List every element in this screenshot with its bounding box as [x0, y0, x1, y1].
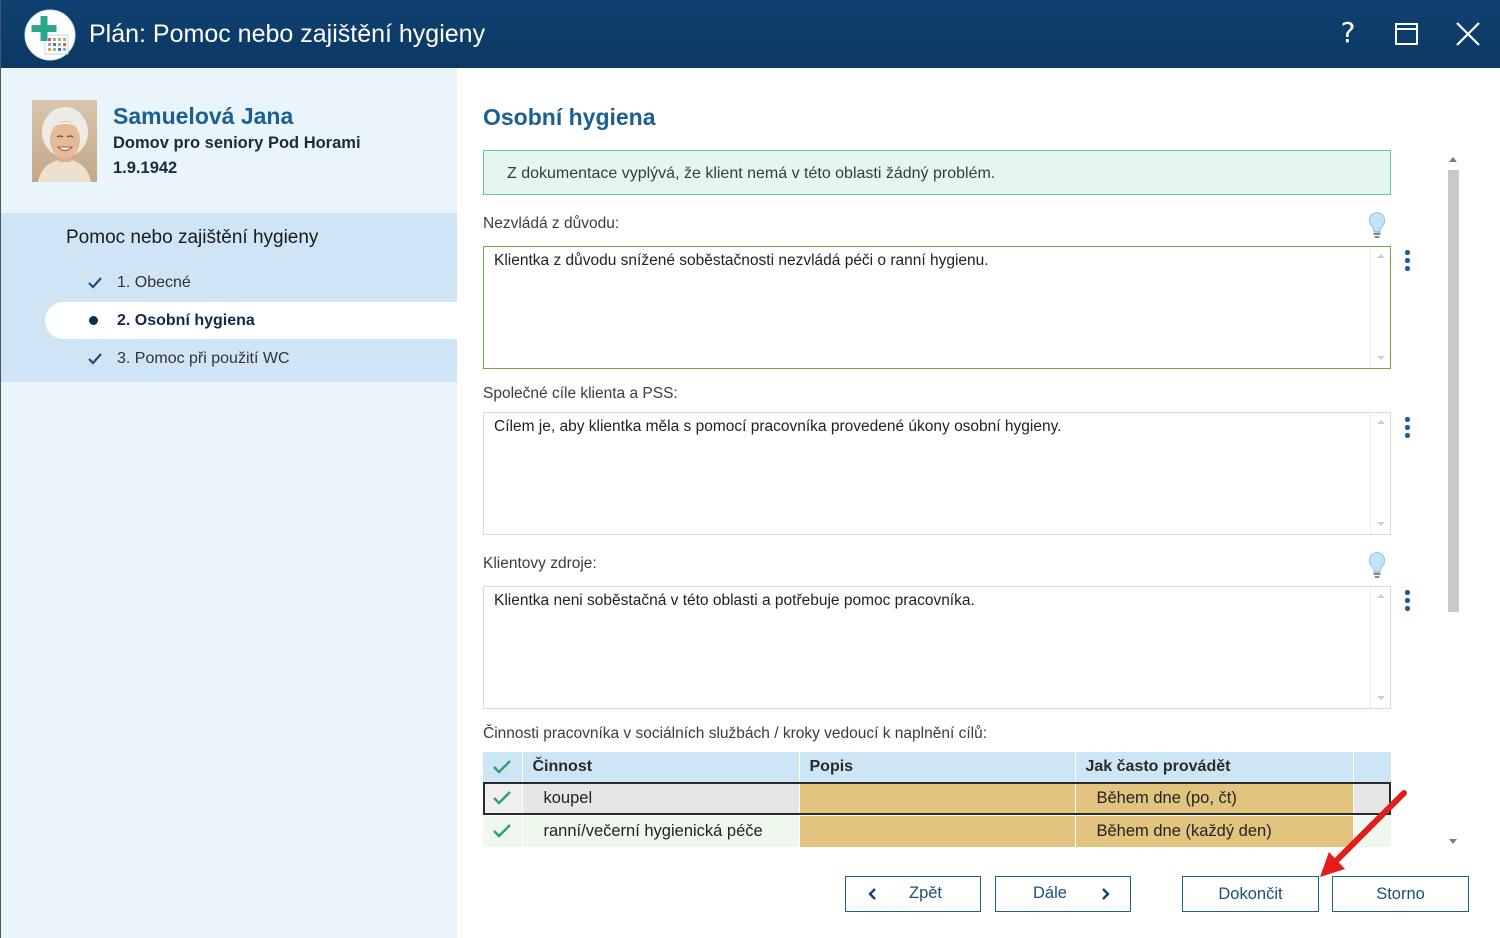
client-facility: Domov pro seniory Pod Horami: [113, 134, 361, 152]
row-check-cell[interactable]: [483, 815, 523, 848]
field-label-goals: Společné cíle klienta a PSS:: [483, 385, 678, 402]
row-extra-cell: [1353, 815, 1392, 848]
scroll-down-arrow-icon[interactable]: [1377, 356, 1385, 360]
reason-menu-button[interactable]: [1401, 249, 1413, 271]
next-button[interactable]: Dále: [995, 876, 1131, 912]
activities-table: Činnost Popis Jak často provádět koupel …: [483, 752, 1392, 848]
reason-scrollbar[interactable]: [1370, 247, 1390, 368]
nav-item-label: 2. Osobní hygiena: [117, 312, 255, 329]
activities-label: Činnosti pracovníka v sociálních službác…: [483, 725, 988, 742]
table-row[interactable]: koupel Během dne (po, čt): [483, 782, 1392, 816]
page-title: Osobní hygiena: [483, 104, 656, 130]
next-button-label: Dále: [1033, 884, 1067, 902]
nav-item-label: 1. Obecné: [117, 274, 191, 291]
close-button[interactable]: [1454, 20, 1482, 48]
column-header-extra: [1353, 752, 1392, 782]
scroll-up-arrow-icon[interactable]: [1377, 254, 1385, 258]
chevron-right-icon: [1102, 888, 1110, 900]
close-icon: [1456, 22, 1480, 46]
cancel-button[interactable]: Storno: [1332, 876, 1469, 912]
activity-cell[interactable]: ranní/večerní hygienická péče: [522, 815, 800, 848]
title-bar: Plán: Pomoc nebo zajištění hygieny ?: [0, 0, 1500, 68]
bullet-icon: [89, 316, 98, 325]
plan-dialog-window: Plán: Pomoc nebo zajištění hygieny ? Sam…: [0, 0, 1500, 938]
goals-menu-button[interactable]: [1401, 416, 1413, 438]
table-row[interactable]: ranní/večerní hygienická péče Během dne …: [483, 815, 1392, 848]
client-birth-date: 1.9.1942: [113, 159, 178, 177]
column-header-activity[interactable]: Činnost: [522, 752, 800, 782]
column-header-frequency[interactable]: Jak často provádět: [1075, 752, 1354, 782]
form-scroll-area[interactable]: Z dokumentace vyplývá, že klient nemá v …: [457, 140, 1440, 850]
nav-item-general[interactable]: 1. Obecné: [45, 264, 457, 301]
nav-item-toilet-assistance[interactable]: 3. Pomoc při použití WC: [45, 340, 457, 377]
reason-field[interactable]: Klientka z důvodu snížené soběstačnosti …: [483, 246, 1391, 369]
header-check-cell[interactable]: [483, 752, 523, 782]
field-label-reason: Nezvládá z důvodu:: [483, 215, 620, 232]
frequency-cell[interactable]: Během dne (po, čt): [1075, 782, 1354, 816]
window-title: Plán: Pomoc nebo zajištění hygieny: [89, 20, 486, 48]
check-icon: [88, 353, 102, 365]
check-icon: [493, 824, 512, 838]
resources-field[interactable]: Klientka neni soběstačná v této oblasti …: [483, 586, 1391, 709]
nav-item-label: 3. Pomoc při použití WC: [117, 350, 290, 367]
client-name: Samuelová Jana: [113, 103, 294, 129]
scrollbar-thumb[interactable]: [1448, 170, 1459, 612]
row-check-cell[interactable]: [483, 782, 523, 816]
back-button[interactable]: Zpět: [845, 876, 981, 912]
scroll-down-arrow-icon[interactable]: [1377, 696, 1385, 700]
lightbulb-icon[interactable]: [1367, 211, 1387, 239]
goals-textarea[interactable]: Cílem je, aby klientka měla s pomocí pra…: [484, 413, 1368, 534]
column-header-description[interactable]: Popis: [799, 752, 1076, 782]
scroll-up-arrow-icon[interactable]: [1377, 594, 1385, 598]
check-icon: [493, 791, 512, 806]
sidebar: Samuelová Jana Domov pro seniory Pod Hor…: [0, 68, 457, 938]
resources-scrollbar[interactable]: [1370, 587, 1390, 708]
info-message: Z dokumentace vyplývá, že klient nemá v …: [483, 150, 1391, 195]
table-header-row: Činnost Popis Jak často provádět: [483, 752, 1392, 782]
field-label-resources: Klientovy zdroje:: [483, 555, 597, 572]
form-scrollbar[interactable]: [1445, 153, 1461, 848]
nav-item-personal-hygiene[interactable]: 2. Osobní hygiena: [45, 302, 457, 339]
row-extra-cell: [1353, 782, 1392, 816]
scroll-up-arrow-icon[interactable]: [1377, 420, 1385, 424]
chevron-left-icon: [868, 888, 876, 900]
goals-field[interactable]: Cílem je, aby klientka měla s pomocí pra…: [483, 412, 1391, 535]
maximize-icon: [1395, 23, 1418, 45]
lightbulb-icon[interactable]: [1367, 551, 1387, 579]
scroll-down-arrow-icon[interactable]: [1377, 522, 1385, 526]
goals-scrollbar[interactable]: [1370, 413, 1390, 534]
reason-textarea[interactable]: Klientka z důvodu snížené soběstačnosti …: [484, 247, 1368, 368]
activity-cell[interactable]: koupel: [522, 782, 800, 816]
frequency-cell[interactable]: Během dne (každý den): [1075, 815, 1354, 848]
check-icon: [493, 759, 512, 774]
maximize-button[interactable]: [1394, 21, 1420, 47]
nav-section-title: Pomoc nebo zajištění hygieny: [66, 227, 319, 248]
step-navigation: Pomoc nebo zajištění hygieny 1. Obecné 2…: [0, 213, 457, 382]
finish-button[interactable]: Dokončit: [1182, 876, 1319, 912]
resources-textarea[interactable]: Klientka neni soběstačná v této oblasti …: [484, 587, 1368, 708]
back-button-label: Zpět: [909, 884, 943, 902]
description-cell[interactable]: [799, 782, 1076, 816]
help-button[interactable]: ?: [1333, 14, 1363, 52]
resources-menu-button[interactable]: [1401, 589, 1413, 611]
client-photo: [32, 100, 97, 182]
description-cell[interactable]: [799, 815, 1076, 848]
check-icon: [88, 277, 102, 289]
scroll-down-arrow-icon[interactable]: [1449, 839, 1457, 844]
app-logo-icon: [24, 9, 76, 61]
scroll-up-arrow-icon[interactable]: [1449, 157, 1457, 162]
